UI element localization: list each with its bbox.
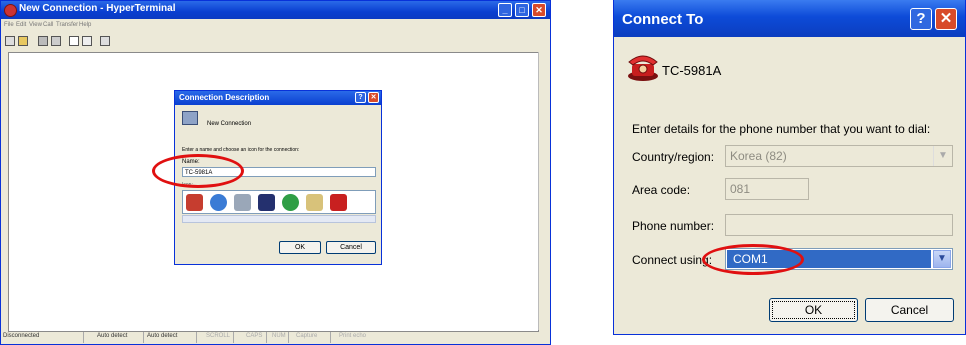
hyperterminal-window: New Connection - HyperTerminal _ □ ✕ Fil… — [0, 0, 551, 345]
country-select[interactable]: Korea (82) ▼ — [725, 145, 953, 167]
document-icon[interactable] — [306, 194, 323, 211]
status-detect-2: Auto detect — [147, 333, 178, 339]
disconnect-icon[interactable] — [51, 36, 61, 46]
menu-help[interactable]: Help — [79, 22, 91, 28]
help-button[interactable]: ? — [910, 8, 932, 30]
country-value: Korea (82) — [730, 149, 787, 163]
hyperterminal-titlebar: New Connection - HyperTerminal _ □ ✕ — [1, 1, 550, 19]
satellite-icon[interactable] — [234, 194, 251, 211]
connect-to-titlebar: Connect To ? ✕ — [614, 0, 965, 37]
connection-name: TC-5981A — [662, 63, 722, 78]
new-icon[interactable] — [5, 36, 15, 46]
hyperterminal-title: New Connection - HyperTerminal — [19, 3, 176, 14]
status-detect-1: Auto detect — [97, 333, 128, 339]
phone-icon[interactable] — [186, 194, 203, 211]
globe-icon[interactable] — [210, 194, 227, 211]
new-connection-label: New Connection — [207, 121, 252, 127]
minimize-button[interactable]: _ — [498, 3, 512, 17]
status-scroll: SCROLL — [206, 333, 231, 339]
area-code-input[interactable]: 081 — [725, 178, 809, 200]
connection-description-title: Connection Description — [179, 93, 270, 102]
properties-icon[interactable] — [100, 36, 110, 46]
connect-using-label: Connect using: — [632, 253, 713, 267]
close-button[interactable]: ✕ — [532, 3, 546, 17]
vertical-scrollbar[interactable] — [538, 52, 549, 330]
phone-number-label: Phone number: — [632, 219, 715, 233]
cancel-button[interactable]: Cancel — [326, 241, 376, 254]
icon-list[interactable] — [182, 190, 376, 214]
phone-number-input[interactable] — [725, 214, 953, 236]
receive-icon[interactable] — [82, 36, 92, 46]
toolbar — [1, 32, 550, 52]
menu-view[interactable]: View — [29, 22, 42, 28]
menu-bar: File Edit View Call Transfer Help — [1, 19, 550, 31]
menu-file[interactable]: File — [4, 22, 14, 28]
red-phone-icon[interactable] — [330, 194, 347, 211]
close-button[interactable]: ✕ — [935, 8, 957, 30]
close-button[interactable]: ✕ — [368, 92, 379, 103]
send-icon[interactable] — [69, 36, 79, 46]
phone-icon — [628, 55, 658, 81]
status-caps: CAPS — [246, 333, 263, 339]
connect-to-title: Connect To — [622, 11, 704, 28]
network-globe-icon[interactable] — [282, 194, 299, 211]
help-button[interactable]: ? — [355, 92, 366, 103]
call-icon[interactable] — [38, 36, 48, 46]
country-label: Country/region: — [632, 150, 715, 164]
menu-transfer[interactable]: Transfer — [56, 22, 78, 28]
maximize-button[interactable]: □ — [515, 3, 529, 17]
connection-prompt: Enter a name and choose an icon for the … — [182, 147, 300, 153]
cancel-button[interactable]: Cancel — [865, 298, 954, 322]
status-bar: Disconnected Auto detect Auto detect SCR… — [1, 331, 550, 344]
chevron-down-icon[interactable]: ▼ — [933, 250, 951, 268]
connection-description-titlebar: Connection Description ? ✕ — [175, 91, 381, 105]
chevron-down-icon[interactable]: ▼ — [933, 146, 952, 166]
menu-edit[interactable]: Edit — [16, 22, 26, 28]
connect-to-dialog: Connect To ? ✕ TC-5981A Enter details fo… — [613, 0, 966, 335]
icon-list-scrollbar[interactable] — [182, 215, 376, 223]
open-icon[interactable] — [18, 36, 28, 46]
status-print-echo: Print echo — [339, 333, 367, 339]
ok-button[interactable]: OK — [279, 241, 321, 254]
details-prompt: Enter details for the phone number that … — [632, 122, 931, 136]
area-code-label: Area code: — [632, 183, 691, 197]
hyperterminal-app-icon — [4, 4, 17, 17]
status-num: NUM — [272, 333, 286, 339]
new-connection-icon — [182, 111, 198, 125]
annotation-circle — [152, 154, 244, 188]
mci-icon[interactable] — [258, 194, 275, 211]
status-capture: Capture — [296, 333, 318, 339]
menu-call[interactable]: Call — [43, 22, 53, 28]
ok-button[interactable]: OK — [769, 298, 858, 322]
status-connection: Disconnected — [3, 333, 40, 339]
annotation-circle — [702, 244, 804, 275]
